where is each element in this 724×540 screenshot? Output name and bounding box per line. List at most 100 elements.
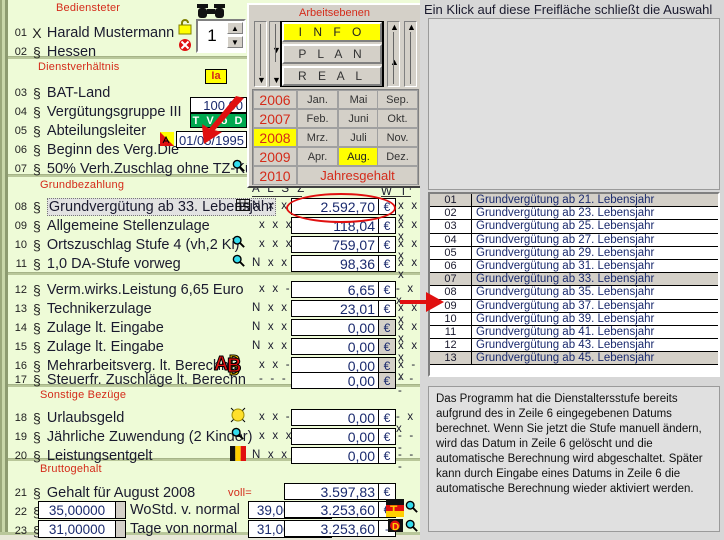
list-item[interactable]: 09 Grundvergütung ab 37. Lebensjahr [430, 299, 718, 313]
pencil-edit-icon[interactable] [160, 131, 175, 147]
belgium-flag-icon[interactable] [230, 446, 246, 461]
list-item[interactable]: 05 Grundvergütung ab 29. Lebensjahr [430, 246, 718, 260]
level-button-info[interactable]: I N F O [282, 22, 382, 42]
flags-19[interactable]: x x x [259, 430, 294, 442]
spinner-up-button[interactable]: ▲ [227, 22, 243, 34]
amount-input-13[interactable]: 23,01 [291, 300, 379, 317]
amount-input-09[interactable]: 118,04 [291, 217, 379, 234]
amount-input-12[interactable]: 6,65 [291, 281, 379, 298]
lock-icon[interactable] [178, 19, 192, 35]
yellow-ball-icon[interactable] [230, 407, 246, 423]
form-row-20[interactable]: 20 § Leistungsentgelt [8, 447, 153, 466]
form-row-02[interactable]: 02 § Hessen [8, 43, 96, 62]
form-row-04[interactable]: 04 § Vergütungsgruppe III [8, 103, 182, 122]
row-label[interactable]: 1,0 DA-Stufe vorweg [47, 256, 181, 272]
month-juni[interactable]: Juni [338, 109, 379, 128]
arrow-up-icon[interactable]: ▲ [407, 23, 416, 32]
month-okt[interactable]: Okt. [377, 109, 418, 128]
arrow-down-icon[interactable]: ▼ [257, 76, 266, 85]
amount-input-08[interactable]: 2.592,70 [291, 198, 379, 215]
month-nov[interactable]: Nov. [377, 128, 418, 147]
tage-spin-tab[interactable] [116, 520, 126, 538]
form-row-11[interactable]: 11 § 1,0 DA-Stufe vorweg [8, 255, 181, 274]
percent-input[interactable]: 100.00 [190, 97, 247, 113]
row-label[interactable]: Leistungsentgelt [47, 448, 153, 464]
list-item[interactable]: 13 Grundvergütung ab 45. Lebensjahr [430, 352, 718, 366]
list-item[interactable]: 12 Grundvergütung ab 43. Lebensjahr [430, 339, 718, 353]
scroll-track-right-outer[interactable]: ▲ [404, 21, 417, 87]
list-item[interactable]: 01 Grundvergütung ab 21. Lebensjahr [430, 194, 718, 208]
germany-flag-icon[interactable]: T [386, 498, 404, 518]
binoculars-icon[interactable] [196, 3, 226, 19]
form-row-03[interactable]: 03 § BAT-Land [8, 84, 111, 103]
row-label[interactable]: Hessen [47, 44, 96, 60]
form-row-05[interactable]: 05 § Abteilungsleiter [8, 122, 146, 141]
flags-09[interactable]: x x x [259, 219, 294, 231]
tvod-badge[interactable]: T V ö D [190, 113, 247, 128]
flags-10[interactable]: x x x [259, 238, 294, 250]
row-label[interactable]: Abteilungsleiter [47, 123, 146, 139]
amount-input-15[interactable]: 0,00 [291, 338, 379, 355]
ab-letters-icon[interactable]: A D D B [214, 348, 246, 377]
flags-17[interactable]: - - - [259, 373, 288, 385]
row-label[interactable]: Harald Mustermann [47, 25, 174, 41]
year-2009[interactable]: 2009 [253, 147, 297, 166]
list-item[interactable]: 06 Grundvergütung ab 31. Lebensjahr [430, 259, 718, 274]
month-mai[interactable]: Mai [338, 90, 379, 109]
delete-x-icon[interactable] [178, 38, 192, 52]
form-row-01[interactable]: 01 X Harald Mustermann [8, 24, 174, 43]
dienstaltersstufe-list[interactable]: 01 Grundvergütung ab 21. Lebensjahr 02 Gru… [428, 192, 720, 377]
wt-flags-17[interactable]: - - - [398, 373, 420, 397]
form-row-18[interactable]: 18 § Urlaubsgeld [8, 409, 125, 428]
year-2007[interactable]: 2007 [253, 109, 297, 128]
amount-input-10[interactable]: 759,07 [291, 236, 379, 253]
list-item-selected[interactable]: 07 Grundvergütung ab 33. Lebensjahr [430, 273, 718, 287]
list-item[interactable]: 02 Grundvergütung ab 23. Lebensjahr [430, 207, 718, 221]
amount-input-19[interactable]: 0,00 [291, 428, 379, 445]
magnifier-icon[interactable] [232, 159, 245, 172]
form-row-19[interactable]: 19 § Jährliche Zuwendung (2 Kinder) [8, 428, 253, 447]
list-item[interactable]: 11 Grundvergütung ab 41. Lebensjahr [430, 325, 718, 340]
row-label[interactable]: BAT-Land [47, 85, 110, 101]
magnifier-icon[interactable] [405, 519, 418, 532]
form-row-12[interactable]: 12 § Verm.wirks.Leistung 6,65 Euro [8, 281, 244, 300]
year-2008[interactable]: 2008 [253, 128, 297, 147]
month-aug[interactable]: Aug. [338, 147, 379, 166]
scroll-track-right-inner[interactable]: ▲ ▲ [387, 21, 400, 87]
tage-input[interactable]: 31,00000 [38, 520, 116, 538]
spinner-down-button[interactable]: ▼ [227, 36, 243, 48]
form-row-15[interactable]: 15 § Zulage lt. Eingabe [8, 338, 164, 357]
month-juli[interactable]: Juli [338, 128, 379, 147]
form-row-09[interactable]: 09 § Allgemeine Stellenzulage [8, 217, 210, 236]
row-label[interactable]: Ortszuschlag Stufe 4 (vh,2 Ki) [47, 237, 240, 253]
flags-18[interactable]: x x - [259, 411, 292, 423]
row-label[interactable]: Zulage lt. Eingabe [47, 339, 164, 355]
month-mrz[interactable]: Mrz. [297, 128, 338, 147]
row-label[interactable]: Verm.wirks.Leistung 6,65 Euro [47, 282, 244, 298]
magnifier-icon[interactable] [232, 254, 245, 267]
amount-input-20[interactable]: 0,00 [291, 447, 379, 464]
form-row-13[interactable]: 13 § Technikerzulage [8, 300, 152, 319]
table-grid-icon[interactable] [236, 198, 250, 212]
wt-flags-20[interactable]: - - - [398, 449, 420, 473]
ia-badge[interactable]: Ia [205, 69, 227, 84]
form-row-14[interactable]: 14 § Zulage lt. Eingabe [8, 319, 164, 338]
month-sep[interactable]: Sep. [377, 90, 418, 109]
form-row-07[interactable]: 07 § 50% Verh.Zuschlag ohne TZ-Kürz [8, 160, 265, 179]
amount-input-17[interactable]: 0,00 [291, 372, 379, 389]
arrow-up-icon[interactable]: ▲ [390, 23, 399, 32]
list-item[interactable]: 10 Grundvergütung ab 39. Lebensjahr [430, 312, 718, 326]
record-spinner[interactable]: 1 ▲ ▼ [196, 19, 246, 53]
month-feb[interactable]: Feb. [297, 109, 338, 128]
free-click-area[interactable] [428, 18, 720, 190]
jahresgehalt-button[interactable]: Jahresgehalt [297, 166, 418, 185]
row-label[interactable]: Urlaubsgeld [47, 410, 124, 426]
row-label[interactable]: Allgemeine Stellenzulage [47, 218, 210, 234]
form-row-06[interactable]: 06 § Beginn des Verg.Die [8, 141, 179, 160]
amount-input-14[interactable]: 0,00 [291, 319, 379, 336]
year-2010[interactable]: 2010 [253, 166, 297, 185]
form-row-17[interactable]: 17 § Steuerfr. Zuschläge lt. Berechn [8, 371, 246, 390]
row-label[interactable]: Gehalt für August 2008 [47, 485, 195, 501]
row-label[interactable]: Jährliche Zuwendung (2 Kinder) [47, 429, 253, 445]
month-apr[interactable]: Apr. [297, 147, 338, 166]
